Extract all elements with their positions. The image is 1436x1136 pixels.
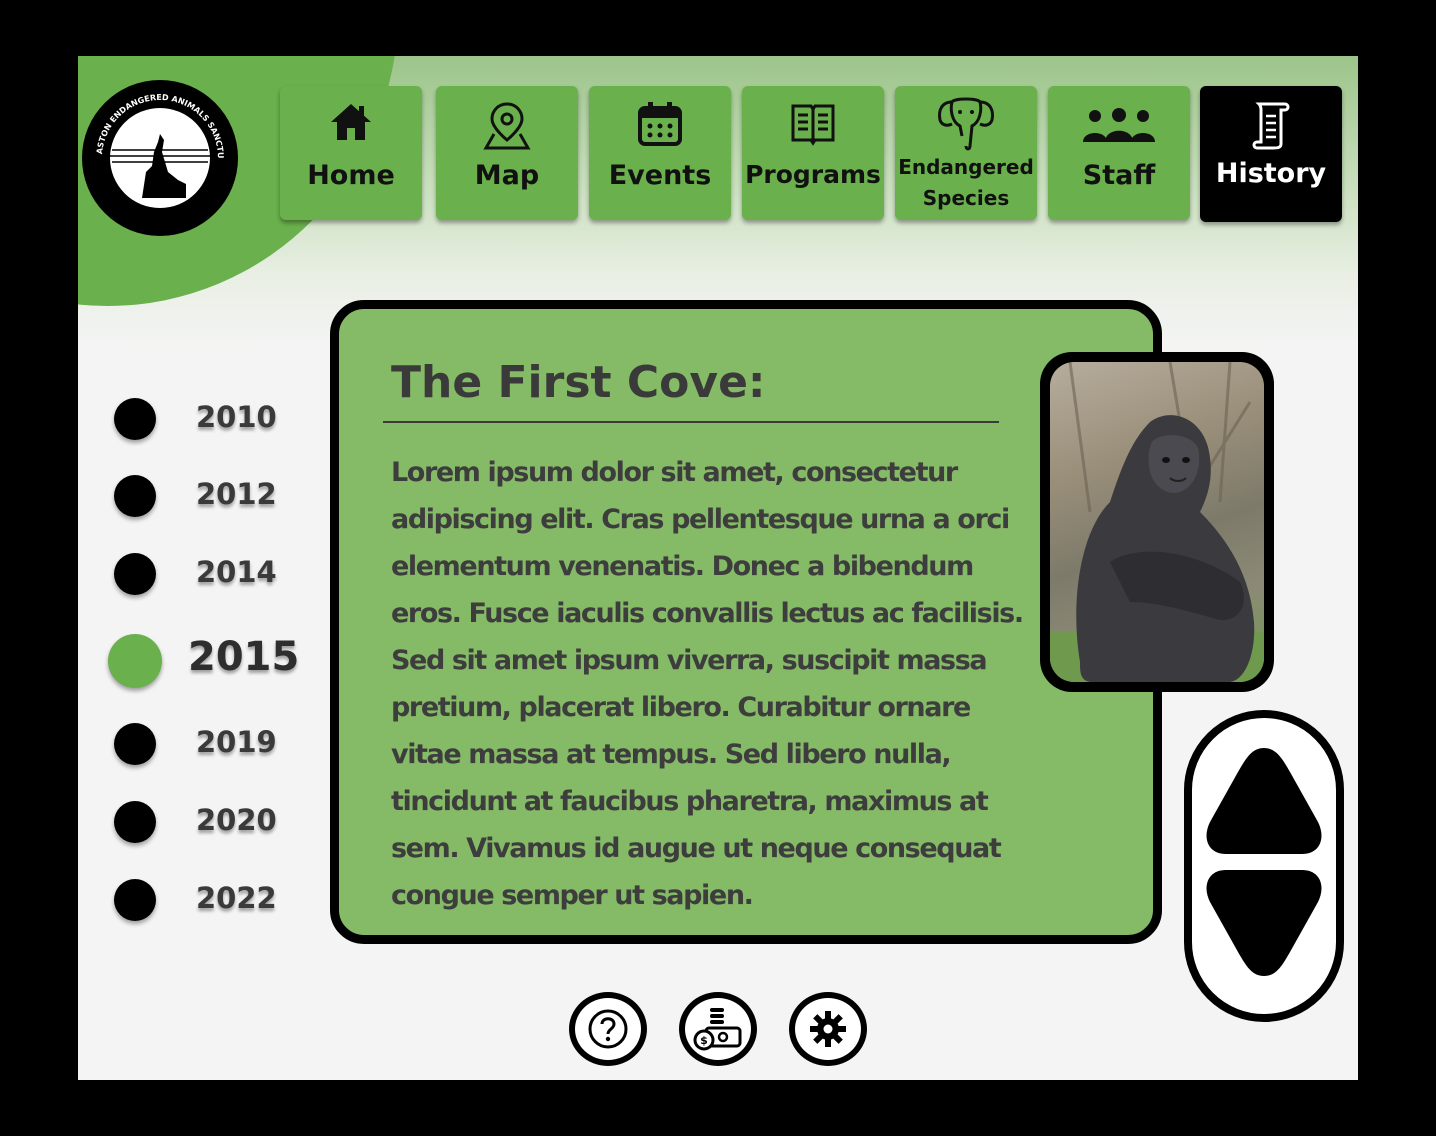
sanctuary-logo[interactable]: ASTON ENDANGERED ANIMALS SANCTUARY: [82, 80, 238, 236]
timeline-year-label: 2014: [196, 555, 277, 589]
timeline-year-2014[interactable]: 2014: [108, 547, 308, 597]
scroll-down-arrow-icon[interactable]: [1206, 870, 1322, 976]
timeline-dot[interactable]: [114, 475, 156, 517]
timeline-year-2020[interactable]: 2020: [108, 795, 308, 845]
timeline-year-2019[interactable]: 2019: [108, 717, 308, 767]
nav-endangered-species-button[interactable]: Endangered Species: [895, 86, 1037, 220]
timeline-year-label: 2020: [196, 803, 277, 837]
nav-home-label: Home: [307, 160, 395, 191]
howling-wolf-logo-icon: ASTON ENDANGERED ANIMALS SANCTUARY: [82, 80, 225, 208]
staff-group-icon: [1048, 108, 1190, 158]
nav-endangered-label-line1: Endangered: [898, 155, 1034, 179]
map-pin-icon: [436, 100, 578, 150]
gorilla-photo-frame: [1040, 352, 1274, 692]
timeline-year-label: 2019: [196, 725, 277, 759]
scroll-icon: [1200, 100, 1342, 150]
timeline-year-label: 2022: [196, 881, 277, 915]
gorilla-photo: [1050, 362, 1264, 682]
nav-events-label: Events: [608, 160, 712, 191]
card-body-text: Lorem ipsum dolor sit amet, consectetur …: [391, 457, 1024, 911]
timeline-dot[interactable]: [114, 398, 156, 440]
nav-events-button[interactable]: Events: [589, 86, 731, 220]
svg-text:$: $: [700, 1034, 708, 1047]
nav-map-button[interactable]: Map: [436, 86, 578, 220]
donate-button[interactable]: $: [679, 992, 757, 1066]
calendar-icon: [589, 100, 731, 150]
timeline-dot[interactable]: [114, 879, 156, 921]
app-screen: ASTON ENDANGERED ANIMALS SANCTUARY Home …: [78, 56, 1358, 1080]
elephant-icon: [895, 94, 1037, 151]
timeline-year-2022[interactable]: 2022: [108, 873, 308, 923]
nav-staff-button[interactable]: Staff: [1048, 86, 1190, 220]
settings-gear-icon: [810, 1011, 846, 1047]
nav-programs-label: Programs: [745, 160, 881, 189]
nav-home-button[interactable]: Home: [280, 86, 422, 220]
timeline-year-2010[interactable]: 2010: [108, 392, 308, 442]
nav-staff-label: Staff: [1082, 160, 1156, 191]
book-icon: [742, 100, 884, 150]
scroll-up-arrow-icon[interactable]: [1206, 748, 1322, 854]
timeline-year-label: 2012: [196, 477, 277, 511]
nav-history-label: History: [1215, 158, 1327, 189]
timeline-year-2015-selected[interactable]: 2015: [108, 634, 308, 688]
title-divider: [383, 421, 999, 423]
scroll-control: [1184, 710, 1344, 1022]
nav-history-button[interactable]: History: [1200, 86, 1342, 222]
settings-button[interactable]: [789, 992, 867, 1066]
nav-species-label-line2: Species: [922, 186, 1010, 210]
nav-programs-button[interactable]: Programs: [742, 86, 884, 220]
help-button[interactable]: [569, 992, 647, 1066]
timeline-year-label: 2010: [196, 400, 277, 434]
timeline-year-label: 2015: [188, 634, 300, 680]
timeline-dot-selected[interactable]: [108, 634, 162, 688]
history-content-card: The First Cove: Lorem ipsum dolor sit am…: [330, 300, 1162, 944]
timeline-dot[interactable]: [114, 723, 156, 765]
help-icon: [588, 1009, 628, 1049]
nav-map-label: Map: [474, 160, 540, 191]
donate-money-icon: $: [693, 1008, 742, 1051]
card-title: The First Cove:: [391, 357, 766, 408]
timeline-year-2012[interactable]: 2012: [108, 469, 308, 519]
home-icon: [280, 100, 422, 150]
timeline-dot[interactable]: [114, 553, 156, 595]
nav-endangered-species-label: Endangered Species: [895, 152, 1037, 214]
timeline-dot[interactable]: [114, 801, 156, 843]
